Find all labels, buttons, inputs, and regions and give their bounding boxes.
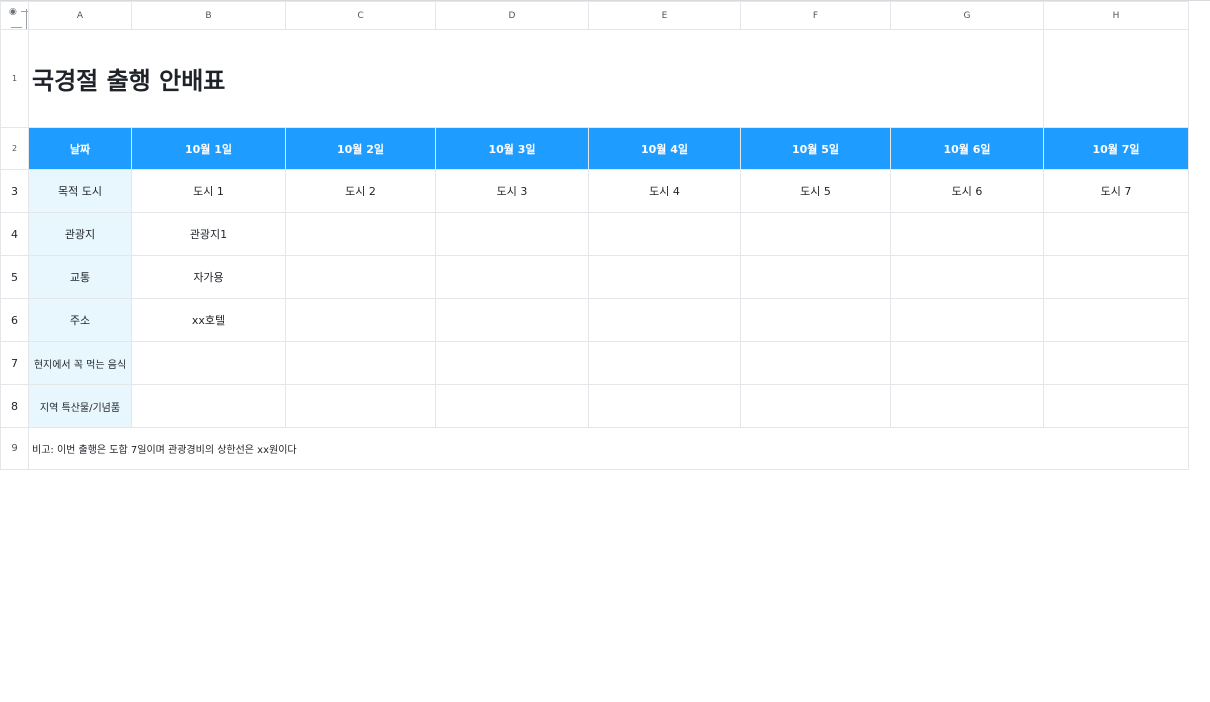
- header-cell-date[interactable]: 10월 1일: [131, 127, 286, 170]
- row-label-cell[interactable]: 현지에서 꼭 먹는 음식: [28, 341, 132, 385]
- row-label-cell[interactable]: 목적 도시: [28, 169, 132, 213]
- data-cell[interactable]: 관광지1: [131, 212, 286, 256]
- data-cell[interactable]: [285, 384, 436, 428]
- data-cell[interactable]: [285, 298, 436, 342]
- data-cell[interactable]: [588, 341, 741, 385]
- data-cell[interactable]: 자가용: [131, 255, 286, 299]
- sheet-row-9: 9 비고: 이번 출행은 도합 7일이며 관광경비의 상한선은 xx원이다: [0, 427, 1189, 470]
- row-label-cell[interactable]: 관광지: [28, 212, 132, 256]
- header-cell-date[interactable]: 10월 6일: [890, 127, 1044, 170]
- row-label-cell[interactable]: 교통: [28, 255, 132, 299]
- sheet-row-5: 5 교통 자가용: [0, 255, 1189, 299]
- sheet-row-6: 6 주소 xx호텔: [0, 298, 1189, 342]
- data-cell[interactable]: [435, 384, 589, 428]
- row-header-9[interactable]: 9: [0, 427, 29, 470]
- row-header-1[interactable]: 1: [0, 29, 29, 128]
- sheet-row-2: 2 날짜 10월 1일 10월 2일 10월 3일 10월 4일 10월 5일 …: [0, 127, 1189, 170]
- data-cell[interactable]: [131, 384, 286, 428]
- data-cell[interactable]: [1043, 255, 1189, 299]
- column-header-g[interactable]: G: [890, 1, 1044, 30]
- header-cell-date[interactable]: 10월 2일: [285, 127, 436, 170]
- data-cell[interactable]: [285, 212, 436, 256]
- column-header-e[interactable]: E: [588, 1, 741, 30]
- row-header-7[interactable]: 7: [0, 341, 29, 385]
- data-cell[interactable]: [1043, 384, 1189, 428]
- data-cell[interactable]: 도시 7: [1043, 169, 1189, 213]
- data-cell[interactable]: [435, 341, 589, 385]
- row-header-8[interactable]: 8: [0, 384, 29, 428]
- row-header-3[interactable]: 3: [0, 169, 29, 213]
- row-header-4[interactable]: 4: [0, 212, 29, 256]
- remarks-cell[interactable]: 비고: 이번 출행은 도합 7일이며 관광경비의 상한선은 xx원이다: [28, 427, 1189, 470]
- sheet-row-8: 8 지역 특산물/기념품: [0, 384, 1189, 428]
- data-cell[interactable]: [435, 212, 589, 256]
- data-cell[interactable]: 도시 2: [285, 169, 436, 213]
- select-all-corner[interactable]: ◉: [0, 1, 29, 30]
- eye-icon[interactable]: ◉: [9, 8, 17, 17]
- data-cell[interactable]: [890, 384, 1044, 428]
- data-cell[interactable]: [890, 212, 1044, 256]
- column-header-a[interactable]: A: [28, 1, 132, 30]
- row-header-6[interactable]: 6: [0, 298, 29, 342]
- data-cell[interactable]: [740, 298, 891, 342]
- data-cell[interactable]: 도시 6: [890, 169, 1044, 213]
- data-cell[interactable]: 도시 5: [740, 169, 891, 213]
- data-cell[interactable]: [890, 341, 1044, 385]
- data-cell[interactable]: [588, 255, 741, 299]
- data-cell[interactable]: [435, 255, 589, 299]
- data-cell[interactable]: [588, 298, 741, 342]
- data-cell[interactable]: [890, 298, 1044, 342]
- data-cell[interactable]: [131, 341, 286, 385]
- column-header-d[interactable]: D: [435, 1, 589, 30]
- header-cell-date[interactable]: 10월 3일: [435, 127, 589, 170]
- data-cell[interactable]: [890, 255, 1044, 299]
- data-cell[interactable]: [1043, 298, 1189, 342]
- data-cell[interactable]: [740, 212, 891, 256]
- data-cell[interactable]: [588, 384, 741, 428]
- column-header-row: ◉ A B C D E F G H: [0, 1, 1189, 30]
- data-cell[interactable]: [740, 255, 891, 299]
- data-cell[interactable]: [285, 341, 436, 385]
- sheet-row-7: 7 현지에서 꼭 먹는 음식: [0, 341, 1189, 385]
- data-cell[interactable]: [1043, 212, 1189, 256]
- sheet-title-cell[interactable]: 국경절 출행 안배표: [28, 29, 1044, 128]
- row-label-cell[interactable]: 지역 특산물/기념품: [28, 384, 132, 428]
- header-cell-date[interactable]: 10월 7일: [1043, 127, 1189, 170]
- data-cell[interactable]: 도시 1: [131, 169, 286, 213]
- data-cell[interactable]: [740, 341, 891, 385]
- cell-h1[interactable]: [1043, 29, 1189, 128]
- data-cell[interactable]: 도시 3: [435, 169, 589, 213]
- row-label-cell[interactable]: 주소: [28, 298, 132, 342]
- data-cell[interactable]: [1043, 341, 1189, 385]
- row-header-5[interactable]: 5: [0, 255, 29, 299]
- data-cell[interactable]: xx호텔: [131, 298, 286, 342]
- sheet-row-3: 3 목적 도시 도시 1 도시 2 도시 3 도시 4 도시 5 도시 6 도시…: [0, 169, 1189, 213]
- header-cell-date[interactable]: 10월 5일: [740, 127, 891, 170]
- data-cell[interactable]: 도시 4: [588, 169, 741, 213]
- header-cell-date[interactable]: 10월 4일: [588, 127, 741, 170]
- freeze-panes-icon[interactable]: [11, 9, 28, 29]
- sheet-row-4: 4 관광지 관광지1: [0, 212, 1189, 256]
- data-cell[interactable]: [435, 298, 589, 342]
- row-header-2[interactable]: 2: [0, 127, 29, 170]
- data-cell[interactable]: [740, 384, 891, 428]
- column-header-h[interactable]: H: [1043, 1, 1189, 30]
- column-header-b[interactable]: B: [131, 1, 286, 30]
- header-cell-date-label[interactable]: 날짜: [28, 127, 132, 170]
- sheet-row-1: 1 국경절 출행 안배표: [0, 29, 1189, 128]
- column-header-f[interactable]: F: [740, 1, 891, 30]
- spreadsheet-grid[interactable]: ◉ A B C D E F G H 1 국경절 출행 안배표 2 날짜 10월 …: [0, 1, 1189, 470]
- data-cell[interactable]: [588, 212, 741, 256]
- column-header-c[interactable]: C: [285, 1, 436, 30]
- data-cell[interactable]: [285, 255, 436, 299]
